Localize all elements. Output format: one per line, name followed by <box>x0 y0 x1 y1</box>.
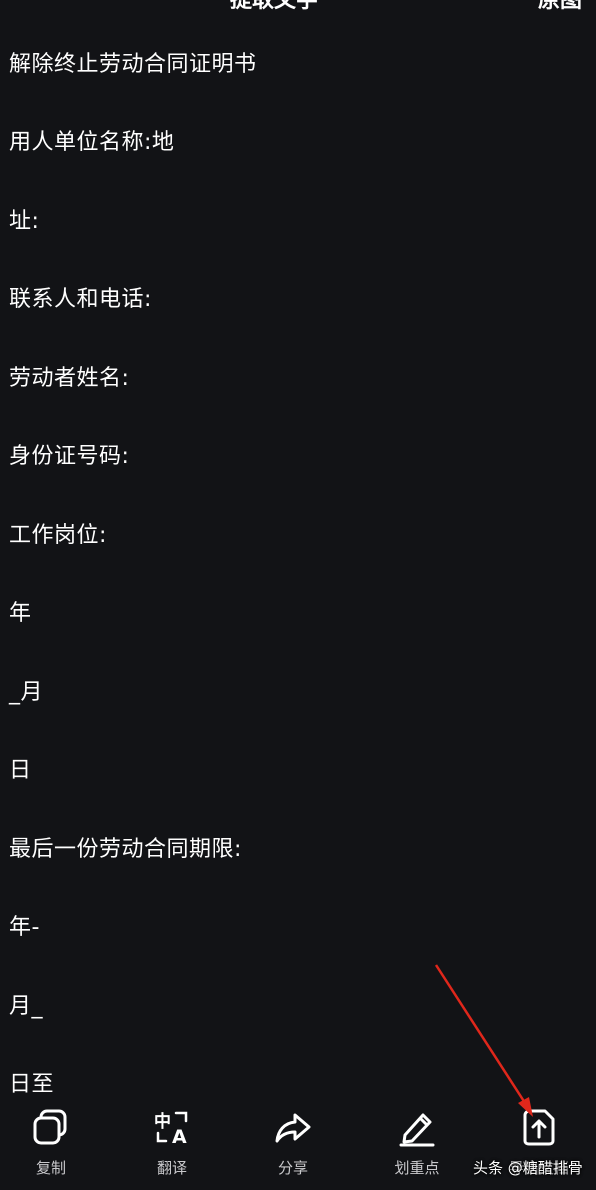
back-button[interactable]: ‹ <box>12 0 21 7</box>
copy-button[interactable]: 复制 <box>6 1107 96 1178</box>
page-title: 提取文字 <box>230 0 318 12</box>
document-line: 身份证号码: <box>9 444 130 469</box>
document-line: 工作岗位: <box>9 523 107 548</box>
highlight-label: 划重点 <box>394 1159 440 1177</box>
translate-button[interactable]: 中 A 翻译 <box>127 1107 217 1178</box>
top-bar: ‹ 提取文字 原图 <box>0 0 596 12</box>
document-line: 月_ <box>9 994 44 1019</box>
share-icon <box>275 1113 311 1143</box>
document-line: 日 <box>9 758 32 783</box>
document-line: 最后一份劳动合同期限: <box>9 837 242 862</box>
original-image-button[interactable]: 原图 <box>538 0 582 12</box>
highlight-button[interactable]: 划重点 <box>372 1107 462 1178</box>
share-button[interactable]: 分享 <box>248 1107 338 1178</box>
document-line: 年- <box>9 915 40 940</box>
share-label: 分享 <box>277 1159 308 1177</box>
annotation-arrow <box>434 964 533 1117</box>
translate-icon: 中 A <box>154 1111 188 1147</box>
svg-text:A: A <box>172 1126 187 1147</box>
document-line: 用人单位名称:地 <box>9 130 175 155</box>
document-line: 劳动者姓名: <box>9 366 130 391</box>
copy-icon <box>33 1109 67 1145</box>
document-line: 年 <box>9 601 32 626</box>
copy-label: 复制 <box>35 1159 66 1177</box>
highlight-pen-icon <box>399 1113 435 1147</box>
document-line: 解除终止劳动合同证明书 <box>9 52 257 77</box>
document-line: 址: <box>9 209 40 234</box>
translate-label: 翻译 <box>156 1159 187 1177</box>
document-line: _月 <box>9 680 44 705</box>
document-line: 联系人和电话: <box>9 287 152 312</box>
svg-text:中: 中 <box>154 1111 171 1132</box>
export-document-icon <box>523 1109 555 1146</box>
watermark: 头条 @糖醋排骨 <box>473 1159 583 1177</box>
